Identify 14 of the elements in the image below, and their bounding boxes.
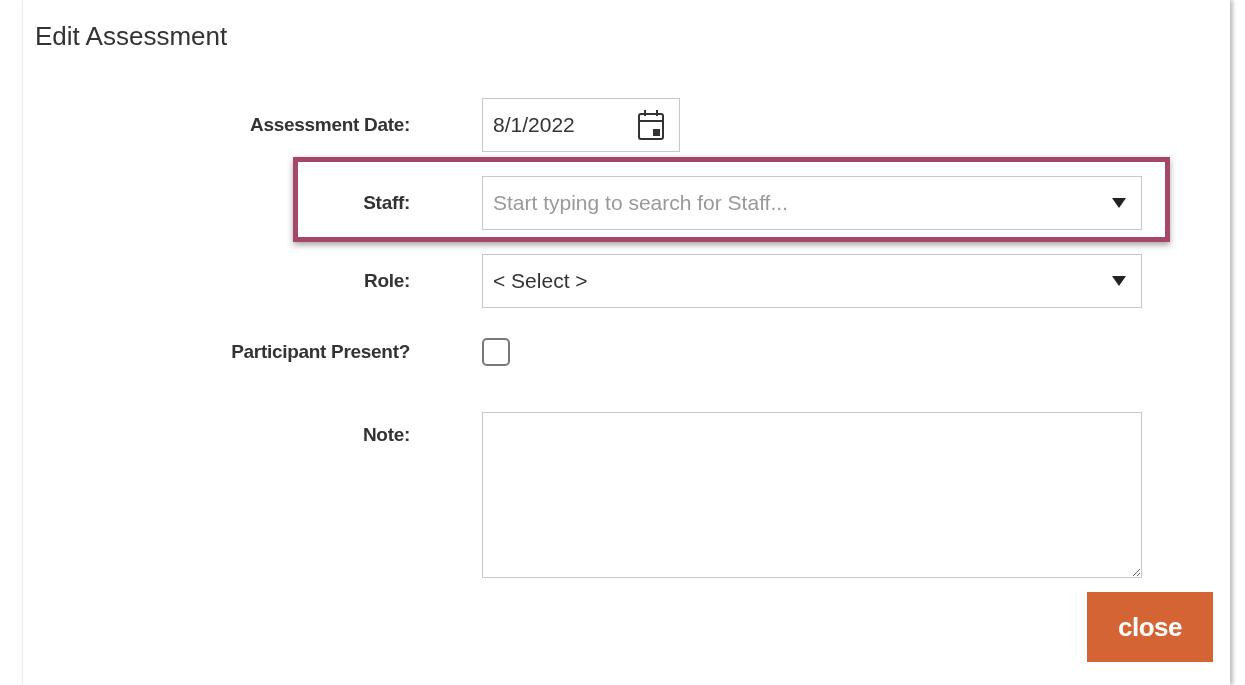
field-label: Role: [364, 270, 410, 292]
field-label: Assessment Date: [250, 114, 410, 136]
checkbox[interactable] [482, 338, 510, 366]
dialog-title: Edit Assessment [35, 20, 228, 52]
field-label: Participant Present? [231, 341, 410, 363]
calendar-icon[interactable] [637, 109, 665, 141]
field-label: Note: [362, 423, 410, 446]
close-button[interactable]: close [1087, 592, 1213, 662]
date-field[interactable]: 8/1/2022 [482, 98, 680, 152]
caret-icon [1111, 197, 1127, 209]
role-dropdown[interactable]: < Select > [482, 254, 1142, 308]
caret-icon [1111, 275, 1127, 287]
field-label: Staff: [363, 192, 410, 214]
note-field[interactable] [482, 412, 1142, 578]
